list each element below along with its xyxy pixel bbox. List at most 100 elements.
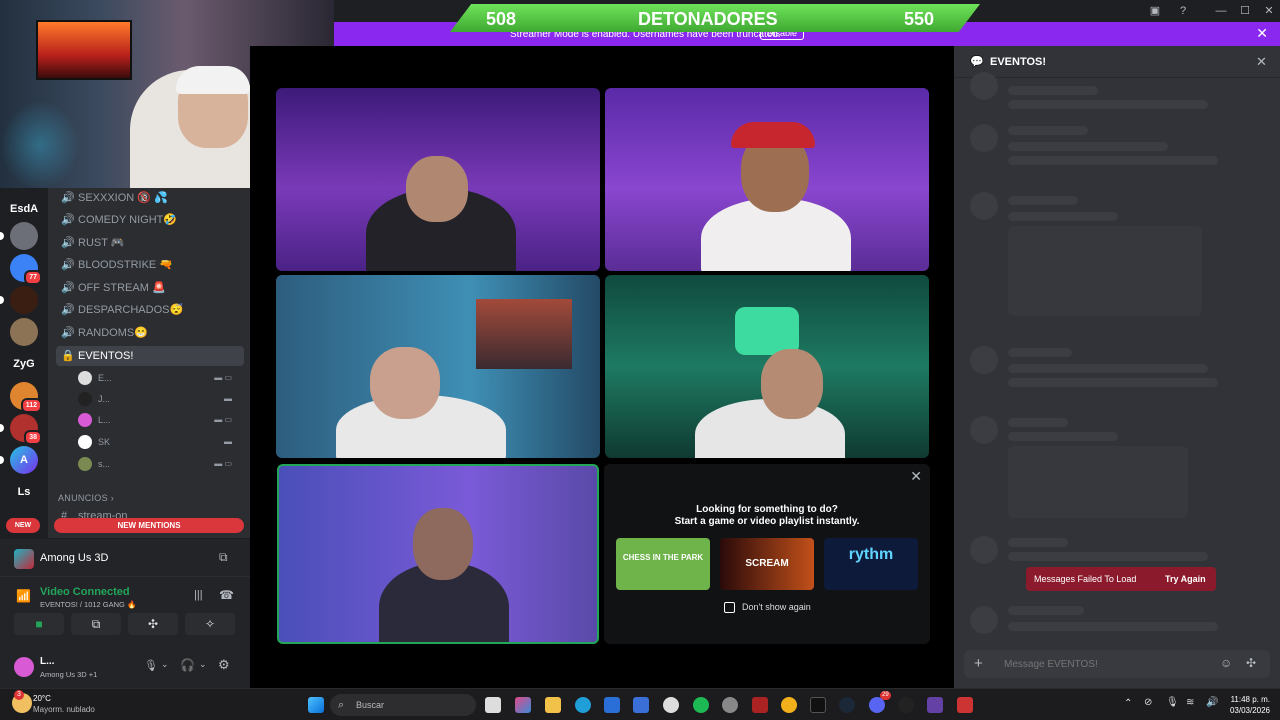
- weather-temp: 20°C: [33, 694, 51, 703]
- category-anuncios[interactable]: ANUNCIOS ›: [58, 493, 114, 503]
- category-label: ANUNCIOS: [58, 493, 108, 503]
- app-icon[interactable]: [781, 697, 797, 713]
- disconnect-icon[interactable]: ☎: [219, 588, 234, 602]
- close-icon[interactable]: ✕: [1256, 54, 1267, 70]
- add-attachment-icon[interactable]: +: [974, 655, 983, 672]
- score-overlay: 508 DETONADORES 550: [450, 4, 980, 32]
- video-tile[interactable]: [605, 88, 929, 271]
- server-icon[interactable]: 38: [10, 414, 42, 445]
- server-esda[interactable]: EsdA: [10, 195, 38, 223]
- fireplace-tv: [36, 20, 132, 80]
- member-name: SK: [98, 437, 111, 447]
- voice-channel-eventos[interactable]: 🔒 EVENTOS!: [56, 346, 244, 366]
- screen-share-icon[interactable]: ⧉: [219, 550, 228, 565]
- maximize-icon[interactable]: ☐: [1232, 2, 1258, 20]
- chevron-down-icon[interactable]: ⌄: [199, 659, 207, 670]
- twitch-icon[interactable]: [927, 697, 943, 713]
- video-tile[interactable]: [276, 88, 600, 271]
- video-tile[interactable]: [605, 275, 929, 458]
- voice-member[interactable]: L... ▬ ▭: [78, 410, 238, 430]
- gear-icon[interactable]: ⚙: [218, 657, 230, 673]
- activity-card-scream[interactable]: SCREAM: [720, 538, 814, 590]
- mention-badge: 112: [20, 398, 42, 413]
- app-tray-icon[interactable]: ⊘: [1144, 697, 1152, 708]
- noise-suppression-icon[interactable]: |||: [194, 589, 203, 601]
- wifi-icon[interactable]: ≋: [1186, 697, 1194, 708]
- spotify-icon[interactable]: [693, 697, 709, 713]
- server-zyg[interactable]: ZyG: [10, 350, 38, 378]
- server-icon[interactable]: [10, 286, 38, 314]
- server-icon[interactable]: 77: [10, 254, 42, 285]
- clock-time[interactable]: 11:48 p. m.: [1226, 695, 1270, 704]
- app-icon[interactable]: [957, 697, 973, 713]
- server-ls[interactable]: Ls: [10, 478, 38, 506]
- close-window-icon[interactable]: ✕: [1256, 2, 1280, 20]
- try-again-button[interactable]: Try Again: [1165, 567, 1206, 591]
- avatar[interactable]: [14, 657, 34, 677]
- soundboard-button[interactable]: ✧: [185, 613, 235, 635]
- activity-suggestion-panel: ✕ Looking for something to do? Start a g…: [604, 464, 930, 644]
- server-icon[interactable]: [10, 318, 38, 346]
- store-icon[interactable]: [604, 697, 620, 713]
- activities-button[interactable]: ✣: [128, 613, 178, 635]
- taskbar-search[interactable]: ⌕ Buscar: [330, 694, 476, 716]
- camera-button[interactable]: ■: [14, 613, 64, 635]
- voice-channel[interactable]: 🔊 DESPARCHADOS😴: [56, 300, 244, 320]
- dont-show-checkbox[interactable]: [724, 602, 735, 613]
- apps-icon[interactable]: ✣: [1246, 656, 1256, 670]
- volume-icon[interactable]: 🔊: [1206, 697, 1218, 708]
- app-icon[interactable]: [752, 697, 768, 713]
- activity-card-rythm[interactable]: rythm: [824, 538, 918, 590]
- activity-card-chess[interactable]: CHESS IN THE PARK: [616, 538, 710, 590]
- voice-channel[interactable]: 🔊 SEXXXION 🔞 💦: [56, 188, 244, 208]
- voice-channel[interactable]: 🔊 BLOODSTRIKE 🔫: [56, 255, 244, 275]
- message-input[interactable]: [1004, 655, 1214, 673]
- video-tile-self[interactable]: [277, 464, 599, 644]
- screen-share-button[interactable]: ⧉: [71, 613, 121, 635]
- voice-location[interactable]: EVENTOS! / 1012 GANG 🔥: [40, 600, 136, 609]
- mention-badge: 77: [24, 270, 42, 285]
- voice-channel[interactable]: 🔊 RUST 🎮: [56, 233, 244, 253]
- steam-icon[interactable]: [839, 697, 855, 713]
- username: L...: [40, 656, 55, 667]
- file-explorer-icon[interactable]: [545, 697, 561, 713]
- video-tile[interactable]: [276, 275, 600, 458]
- server-icon[interactable]: 112: [10, 382, 42, 413]
- app-icon[interactable]: [898, 697, 914, 713]
- task-view-icon[interactable]: [485, 697, 501, 713]
- voice-channel[interactable]: 🔊 OFF STREAM 🚨: [56, 278, 244, 298]
- terminal-icon[interactable]: [810, 697, 826, 713]
- outlook-icon[interactable]: [633, 697, 649, 713]
- minimize-icon[interactable]: —: [1208, 2, 1234, 20]
- help-icon[interactable]: ?: [1170, 2, 1196, 20]
- member-name: E...: [98, 373, 112, 383]
- inbox-icon[interactable]: ▣: [1142, 2, 1168, 20]
- voice-member[interactable]: s... ▬ ▭: [78, 454, 238, 474]
- server-icon[interactable]: [10, 222, 38, 250]
- weather-badge: 3: [14, 690, 24, 700]
- close-icon[interactable]: ✕: [1256, 25, 1268, 42]
- close-icon[interactable]: ✕: [910, 468, 922, 485]
- chevron-down-icon[interactable]: ⌄: [161, 659, 169, 670]
- voice-member[interactable]: J... ▬: [78, 389, 238, 409]
- chevron-up-icon[interactable]: ⌃: [1124, 698, 1132, 709]
- signal-icon: 📶: [16, 589, 31, 603]
- new-mentions-pill[interactable]: NEW MENTIONS: [54, 518, 244, 533]
- microphone-icon[interactable]: 🎙: [144, 659, 158, 672]
- server-icon[interactable]: A: [10, 446, 38, 474]
- voice-member[interactable]: SK ▬: [78, 432, 238, 452]
- voice-member[interactable]: E... ▬ ▭: [78, 368, 238, 388]
- voice-channel[interactable]: 🔊 RANDOMS😁: [56, 323, 244, 343]
- edge-icon[interactable]: [575, 697, 591, 713]
- voice-channel[interactable]: 🔊 COMEDY NIGHT🤣: [56, 210, 244, 230]
- chrome-icon[interactable]: [663, 697, 679, 713]
- windows-start-icon[interactable]: [308, 697, 324, 713]
- microphone-icon[interactable]: 🎙: [1166, 697, 1179, 708]
- settings-icon[interactable]: [722, 697, 738, 713]
- skeleton-line: [1008, 212, 1118, 221]
- video-stage: ✕ Looking for something to do? Start a g…: [250, 46, 954, 688]
- headphones-icon[interactable]: 🎧: [180, 658, 195, 672]
- emoji-icon[interactable]: ☺: [1220, 656, 1232, 670]
- widgets-icon[interactable]: [515, 697, 531, 713]
- clock-date[interactable]: 03/03/2026: [1226, 706, 1270, 715]
